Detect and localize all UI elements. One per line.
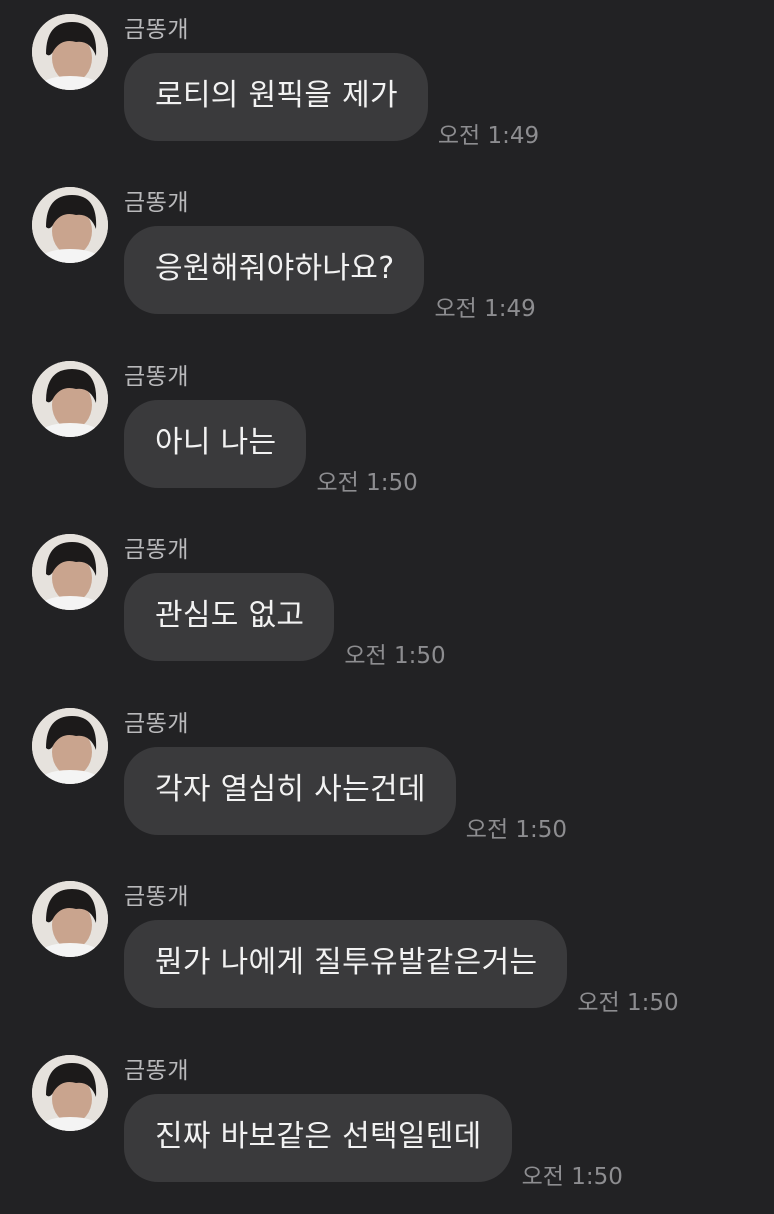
message-item: 금똥개 응원해줘야하나요? 오전 1:49 <box>0 173 774 346</box>
message-item: 금똥개 관심도 없고 오전 1:50 <box>0 520 774 693</box>
message-time: 오전 1:50 <box>344 643 446 669</box>
message-bubble[interactable]: 아니 나는 <box>124 400 307 488</box>
profile-photo-icon <box>32 361 108 437</box>
message-time: 오전 1:50 <box>465 817 568 843</box>
sender-name: 금똥개 <box>124 537 189 563</box>
sender-name: 금똥개 <box>124 711 189 737</box>
message-time: 오전 1:49 <box>434 296 536 322</box>
chat-message-list: 금똥개 로티의 원픽을 제가 오전 1:49 금똥개 응원해줘야하나요? 오전 … <box>0 0 774 1200</box>
profile-photo-icon <box>32 534 108 610</box>
avatar[interactable] <box>32 881 108 957</box>
avatar[interactable] <box>32 14 108 90</box>
message-item: 금똥개 진짜 바보같은 선택일텐데 오전 1:50 <box>0 1041 774 1214</box>
sender-name: 금똥개 <box>124 17 189 43</box>
sender-name: 금똥개 <box>124 884 189 910</box>
avatar[interactable] <box>32 1055 108 1131</box>
profile-photo-icon <box>32 881 108 957</box>
message-time: 오전 1:50 <box>521 1164 623 1190</box>
message-bubble[interactable]: 로티의 원픽을 제가 <box>124 53 428 141</box>
message-bubble[interactable]: 관심도 없고 <box>124 573 335 661</box>
sender-name: 금똥개 <box>124 364 189 390</box>
sender-name: 금똥개 <box>124 190 189 216</box>
profile-photo-icon <box>32 708 108 784</box>
avatar[interactable] <box>32 187 108 263</box>
avatar[interactable] <box>32 534 108 610</box>
message-item: 금똥개 각자 열심히 사는건데 오전 1:50 <box>0 694 774 867</box>
message-bubble[interactable]: 각자 열심히 사는건데 <box>124 747 456 835</box>
message-bubble[interactable]: 진짜 바보같은 선택일텐데 <box>124 1094 512 1182</box>
profile-photo-icon <box>32 187 108 263</box>
avatar[interactable] <box>32 361 108 437</box>
message-time: 오전 1:50 <box>577 990 679 1016</box>
message-item: 금똥개 아니 나는 오전 1:50 <box>0 347 774 520</box>
message-time: 오전 1:49 <box>437 123 540 149</box>
message-bubble[interactable]: 응원해줘야하나요? <box>124 226 425 314</box>
message-bubble[interactable]: 뭔가 나에게 질투유발같은거는 <box>124 920 568 1008</box>
avatar[interactable] <box>32 708 108 784</box>
message-item: 금똥개 뭔가 나에게 질투유발같은거는 오전 1:50 <box>0 867 774 1040</box>
sender-name: 금똥개 <box>124 1058 189 1084</box>
profile-photo-icon <box>32 14 108 90</box>
message-item: 금똥개 로티의 원픽을 제가 오전 1:49 <box>0 0 774 173</box>
profile-photo-icon <box>32 1055 108 1131</box>
message-time: 오전 1:50 <box>316 470 418 496</box>
